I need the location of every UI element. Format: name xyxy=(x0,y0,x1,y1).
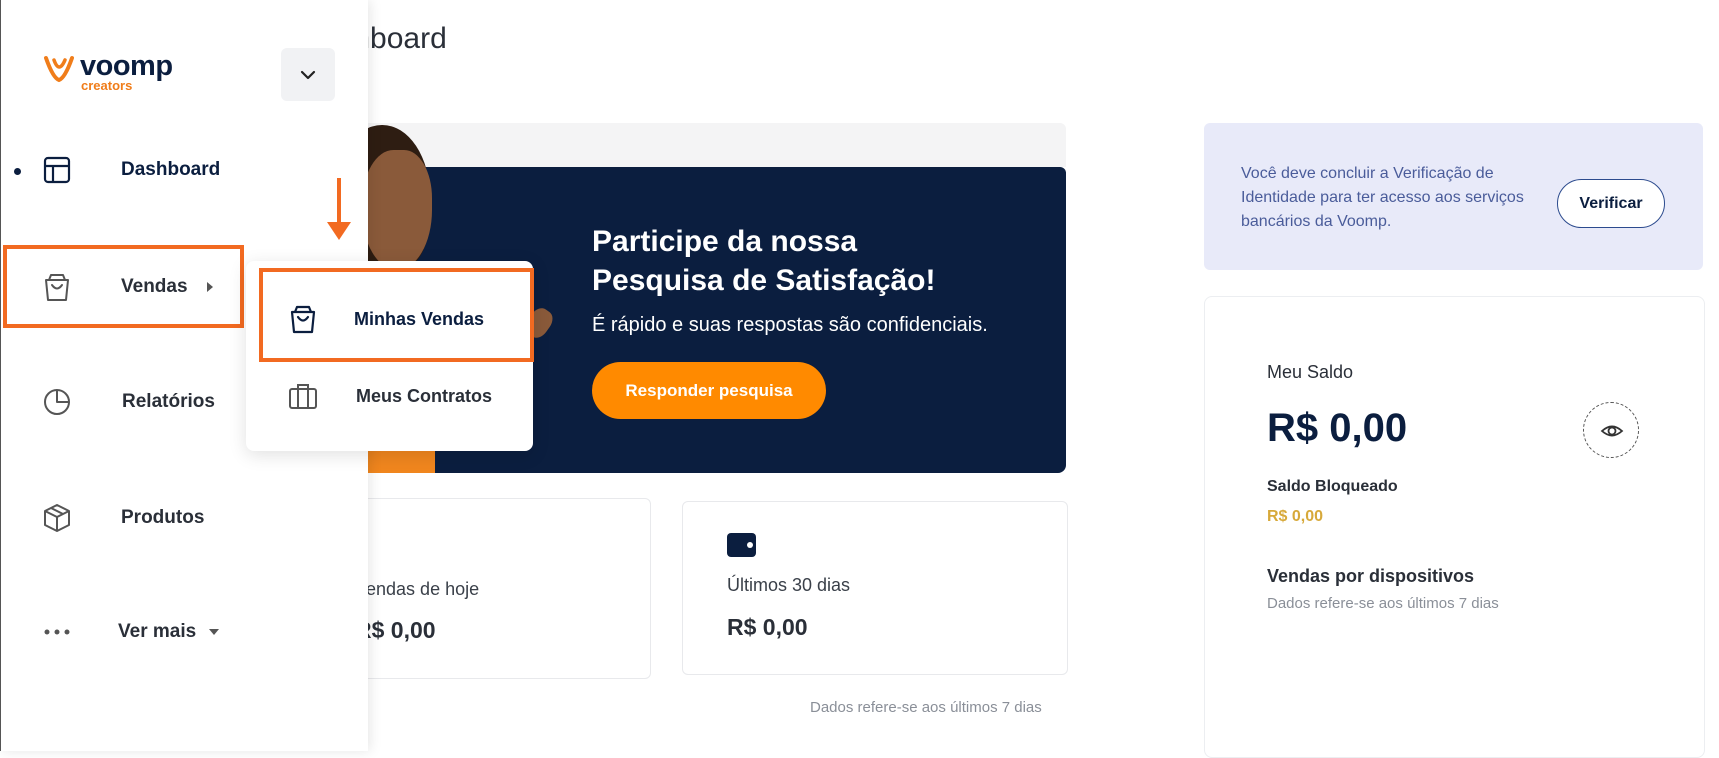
layout-icon xyxy=(43,156,71,184)
sidebar-item-dashboard[interactable]: Dashboard xyxy=(43,156,220,184)
blocked-balance-label: Saldo Bloqueado xyxy=(1267,478,1398,495)
devices-sales-note: Dados refere-se aos últimos 7 dias xyxy=(1267,595,1499,612)
verify-button[interactable]: Verificar xyxy=(1557,179,1665,228)
last-30-days-label: Últimos 30 dias xyxy=(727,575,851,595)
balance-label: Meu Saldo xyxy=(1267,362,1354,382)
more-icon xyxy=(44,629,70,635)
sidebar-item-label: Ver mais xyxy=(118,621,197,642)
banner-person-face xyxy=(362,150,432,270)
voomp-logo-icon xyxy=(44,56,74,83)
blocked-balance-value: R$ 0,00 xyxy=(1267,508,1324,525)
chevron-down-icon xyxy=(300,70,316,80)
sidebar-item-label: Dashboard xyxy=(121,159,221,180)
today-sales-label: Vendas de hoje xyxy=(355,579,480,599)
answer-survey-button[interactable]: Responder pesquisa xyxy=(592,362,826,419)
active-indicator xyxy=(14,168,21,175)
banner-title-line2: Pesquisa de Satisfação! xyxy=(592,264,936,297)
last-30-days-card: Últimos 30 dias R$ 0,00 xyxy=(682,501,1068,675)
highlight-box-minhas-vendas xyxy=(259,268,534,362)
devices-sales-label: Vendas por dispositivos xyxy=(1267,566,1475,586)
banner-subtitle: É rápido e suas respostas são confidenci… xyxy=(592,314,988,336)
logo-subtitle: creators xyxy=(81,78,133,93)
banner-title-line1: Participe da nossa xyxy=(592,225,858,258)
verification-text: Você deve concluir a Verificação de Iden… xyxy=(1241,165,1524,230)
sidebar-item-ver-mais[interactable]: Ver mais xyxy=(43,621,220,643)
submenu-item-label: Meus Contratos xyxy=(356,385,493,406)
highlight-box-vendas xyxy=(3,245,244,328)
sidebar-edge xyxy=(0,0,1,751)
pie-chart-icon xyxy=(44,389,70,415)
collapse-menu-button[interactable] xyxy=(281,48,335,101)
annotation-arrow-icon xyxy=(327,222,351,240)
cards-footnote: Dados refere-se aos últimos 7 dias xyxy=(810,699,1042,716)
caret-down-icon xyxy=(209,629,220,635)
briefcase-icon xyxy=(289,384,317,409)
toggle-balance-visibility-button[interactable] xyxy=(1583,402,1639,458)
sidebar-item-relatorios[interactable]: Relatórios xyxy=(43,388,215,416)
eye-icon xyxy=(1600,425,1624,437)
last-30-days-value: R$ 0,00 xyxy=(727,614,808,640)
submenu-item-meus-contratos[interactable]: Meus Contratos xyxy=(288,382,492,410)
sidebar-item-label: Relatórios xyxy=(122,391,215,412)
sidebar-item-produtos[interactable]: Produtos xyxy=(43,503,204,533)
balance-value: R$ 0,00 xyxy=(1267,406,1408,450)
box-icon xyxy=(44,504,70,532)
wallet-icon xyxy=(727,533,756,557)
banner-title: Participe da nossa Pesquisa de Satisfaçã… xyxy=(592,222,1012,300)
sidebar-item-label: Produtos xyxy=(121,507,205,528)
annotation-arrow-shaft xyxy=(337,178,341,226)
